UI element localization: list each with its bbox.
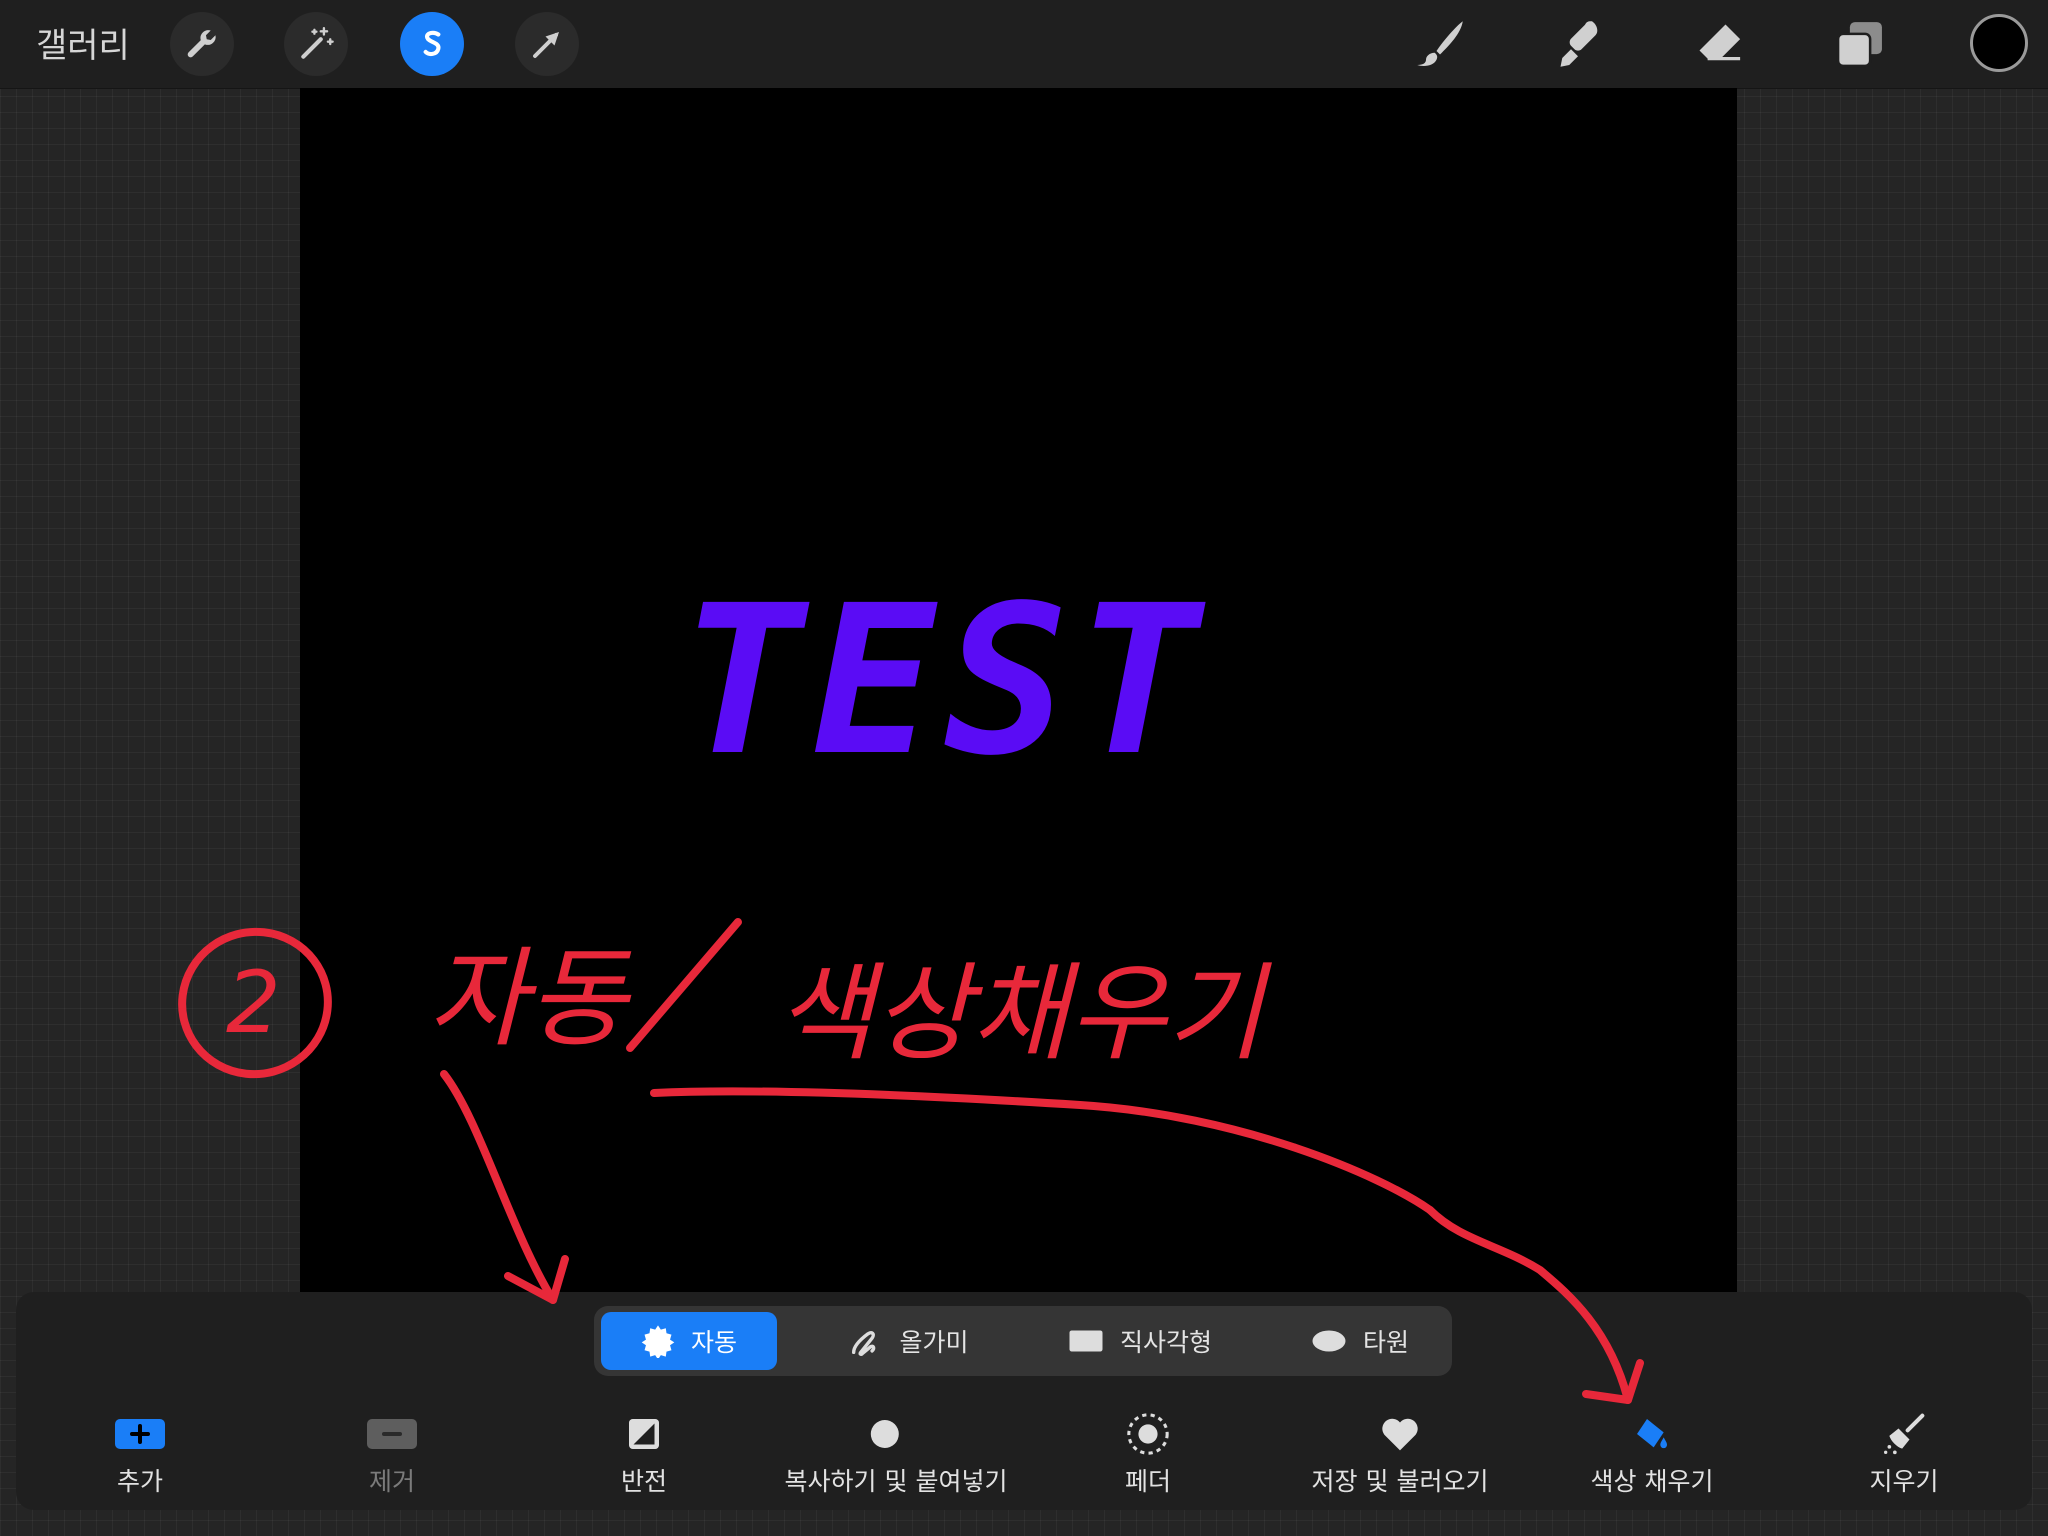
canvas-text: TEST [680, 561, 1209, 801]
gallery-button[interactable]: 갤러리 [36, 18, 130, 67]
eraser-tool[interactable] [1687, 14, 1751, 74]
invert-button[interactable]: 반전 [519, 1410, 769, 1498]
mode-ellipse-label: 타원 [1362, 1328, 1409, 1357]
color-swatch[interactable] [1970, 14, 2028, 72]
selection-icon [423, 30, 441, 57]
feather-label: 페더 [1124, 1467, 1171, 1496]
save-load-button[interactable]: 저장 및 불러오기 [1275, 1410, 1525, 1498]
copy-paste-button[interactable]: 복사하기 및 붙여넣기 [771, 1410, 1021, 1498]
clear-label: 지우기 [1869, 1467, 1939, 1496]
add-button[interactable]: 추가 [15, 1410, 265, 1498]
copy-paste-icon [870, 1420, 919, 1448]
top-toolbar: 갤러리 [0, 0, 2048, 89]
copy-paste-label: 복사하기 및 붙여넣기 [784, 1467, 1008, 1496]
mode-lasso-label: 올가미 [899, 1328, 969, 1357]
brush-tool[interactable] [1408, 14, 1472, 74]
rectangle-icon [1069, 1330, 1103, 1352]
mode-rectangle[interactable]: 직사각형 [1040, 1312, 1240, 1370]
layers-tool[interactable] [1828, 14, 1892, 74]
save-load-label: 저장 및 불러오기 [1311, 1467, 1489, 1496]
annotation-number: 2 [226, 953, 281, 1053]
add-icon [115, 1419, 165, 1449]
transform-button[interactable] [515, 12, 579, 76]
feather-icon [1127, 1413, 1169, 1455]
heart-icon [1382, 1418, 1418, 1451]
feather-button[interactable]: 페더 [1023, 1410, 1273, 1498]
layers-icon [1836, 22, 1882, 68]
clear-icon [1884, 1413, 1925, 1455]
remove-label: 제거 [368, 1467, 415, 1496]
mode-ellipse[interactable]: 타원 [1290, 1312, 1430, 1370]
magic-wand-icon [301, 26, 334, 59]
remove-button[interactable]: 제거 [267, 1410, 517, 1498]
mode-auto[interactable]: 자동 [601, 1312, 777, 1370]
color-fill-button[interactable]: 색상 채우기 [1527, 1410, 1777, 1498]
clear-button[interactable]: 지우기 [1779, 1410, 2029, 1498]
color-fill-label: 색상 채우기 [1590, 1467, 1714, 1496]
mode-lasso[interactable]: 올가미 [820, 1312, 996, 1370]
invert-icon [629, 1419, 659, 1449]
actions-button[interactable] [170, 12, 234, 76]
mode-rectangle-label: 직사각형 [1119, 1328, 1212, 1357]
remove-icon [367, 1419, 417, 1449]
arrow-icon [533, 32, 559, 58]
brush-icon [1417, 21, 1463, 66]
mode-auto-label: 자동 [690, 1328, 737, 1357]
drawing-canvas[interactable]: TEST [300, 88, 1737, 1292]
color-fill-icon [1637, 1419, 1667, 1449]
add-label: 추가 [116, 1467, 163, 1496]
eraser-icon [1699, 24, 1741, 61]
lasso-icon [852, 1331, 876, 1357]
auto-icon [641, 1325, 675, 1358]
wrench-icon [187, 30, 216, 58]
adjustments-button[interactable] [284, 12, 348, 76]
smudge-icon [1560, 21, 1598, 67]
selection-button[interactable] [400, 12, 464, 76]
invert-label: 반전 [620, 1467, 667, 1496]
ellipse-icon [1312, 1330, 1346, 1352]
smudge-tool[interactable] [1546, 14, 1610, 74]
